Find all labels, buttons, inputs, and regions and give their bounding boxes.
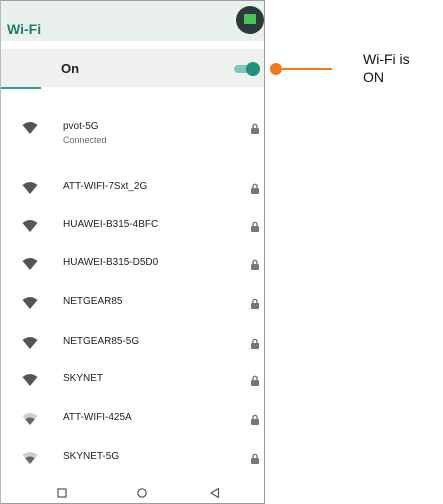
callout-line-1: Wi-Fi is [363, 51, 410, 67]
wifi-signal-icon [22, 374, 38, 386]
wifi-signal-weak-icon [22, 452, 38, 464]
wifi-signal-icon [22, 122, 38, 134]
network-name: SKYNET-5G [63, 451, 120, 462]
callout-annotation: Wi-Fi is ON [363, 50, 438, 86]
app-shortcut-icon[interactable] [236, 6, 264, 34]
app-bar: Wi-Fi [1, 1, 264, 41]
network-item[interactable]: ATT-WIFI-7Sxt_2G [1, 175, 264, 207]
system-nav-bar [1, 480, 264, 503]
wifi-switch[interactable] [234, 62, 260, 76]
lock-icon [251, 298, 259, 309]
callout-line-2: ON [363, 69, 384, 85]
switch-thumb [246, 62, 260, 76]
wifi-signal-icon [22, 220, 38, 232]
network-name: ATT-WIFI-7Sxt_2G [63, 181, 148, 192]
wifi-signal-weak-icon [22, 413, 38, 425]
wifi-signal-icon [22, 337, 38, 349]
lock-icon [251, 453, 259, 464]
page-title: Wi-Fi [7, 21, 42, 37]
network-name: pvot-5G [63, 121, 99, 132]
lock-icon [251, 183, 259, 194]
wifi-signal-icon [22, 297, 38, 309]
network-item[interactable]: pvot-5G Connected [1, 115, 264, 147]
network-name: HUAWEI-B315-4BFC [63, 219, 159, 230]
lock-icon [251, 259, 259, 270]
lock-icon [251, 221, 259, 232]
wifi-signal-icon [22, 258, 38, 270]
network-name: NETGEAR85 [63, 296, 123, 307]
home-icon[interactable] [133, 484, 151, 502]
wifi-toggle-row[interactable]: On [1, 49, 264, 89]
network-name: NETGEAR85-5G [63, 336, 140, 347]
network-name: SKYNET [63, 373, 104, 384]
wifi-toggle-label: On [61, 61, 80, 76]
lock-icon [251, 338, 259, 349]
network-item[interactable]: SKYNET-5G [1, 445, 264, 477]
phone-screen: Wi-Fi On pvot-5G Connected ATT-WIFI-7Sxt… [0, 0, 265, 504]
callout-line [278, 68, 332, 70]
lock-icon [251, 375, 259, 386]
network-item[interactable]: SKYNET [1, 367, 264, 399]
network-item[interactable]: HUAWEI-B315-4BFC [1, 213, 264, 245]
back-icon[interactable] [206, 484, 224, 502]
network-item[interactable]: ATT-WIFI-425A [1, 406, 264, 438]
lock-icon [251, 414, 259, 425]
recent-apps-icon[interactable] [53, 484, 71, 502]
network-item[interactable]: NETGEAR85-5G [1, 330, 264, 362]
wifi-signal-icon [22, 182, 38, 194]
lock-icon [251, 123, 259, 134]
network-item[interactable]: NETGEAR85 [1, 290, 264, 322]
network-name: HUAWEI-B315-D5D0 [63, 257, 159, 268]
network-status: Connected [63, 135, 107, 145]
network-name: ATT-WIFI-425A [63, 412, 132, 423]
network-item[interactable]: HUAWEI-B315-D5D0 [1, 251, 264, 283]
